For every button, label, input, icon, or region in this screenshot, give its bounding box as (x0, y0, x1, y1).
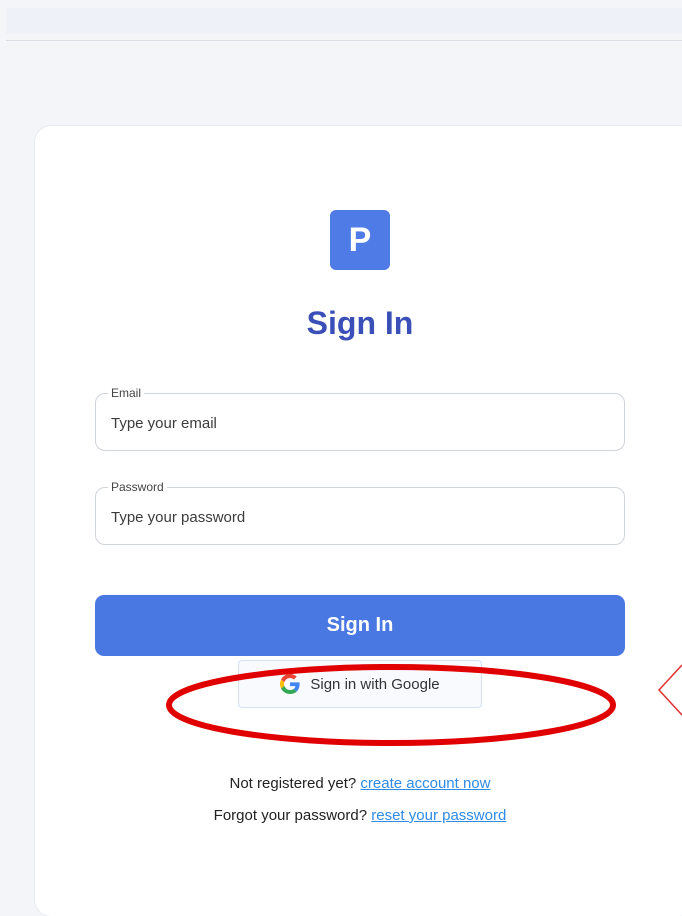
signin-button[interactable]: Sign In (95, 595, 625, 656)
page-title: Sign In (306, 305, 414, 341)
forgot-prompt: Forgot your password? (213, 807, 368, 824)
email-input[interactable] (111, 412, 611, 434)
password-input[interactable] (111, 506, 611, 528)
email-field: Email (95, 385, 625, 451)
email-label: Email (108, 385, 145, 401)
register-line: Not registered yet? create account now (100, 774, 620, 794)
app-logo: P (330, 210, 390, 270)
top-divider (6, 40, 682, 41)
top-bar (6, 8, 682, 34)
password-field: Password (95, 479, 625, 545)
password-label: Password (108, 479, 167, 495)
google-g-icon (280, 674, 300, 694)
reset-password-link[interactable]: reset your password (371, 807, 506, 824)
google-signin-button[interactable]: Sign in with Google (238, 660, 482, 708)
create-account-link[interactable]: create account now (360, 775, 490, 792)
google-signin-label: Sign in with Google (310, 675, 440, 693)
register-prompt: Not registered yet? (229, 775, 357, 792)
forgot-line: Forgot your password? reset your passwor… (100, 806, 620, 826)
